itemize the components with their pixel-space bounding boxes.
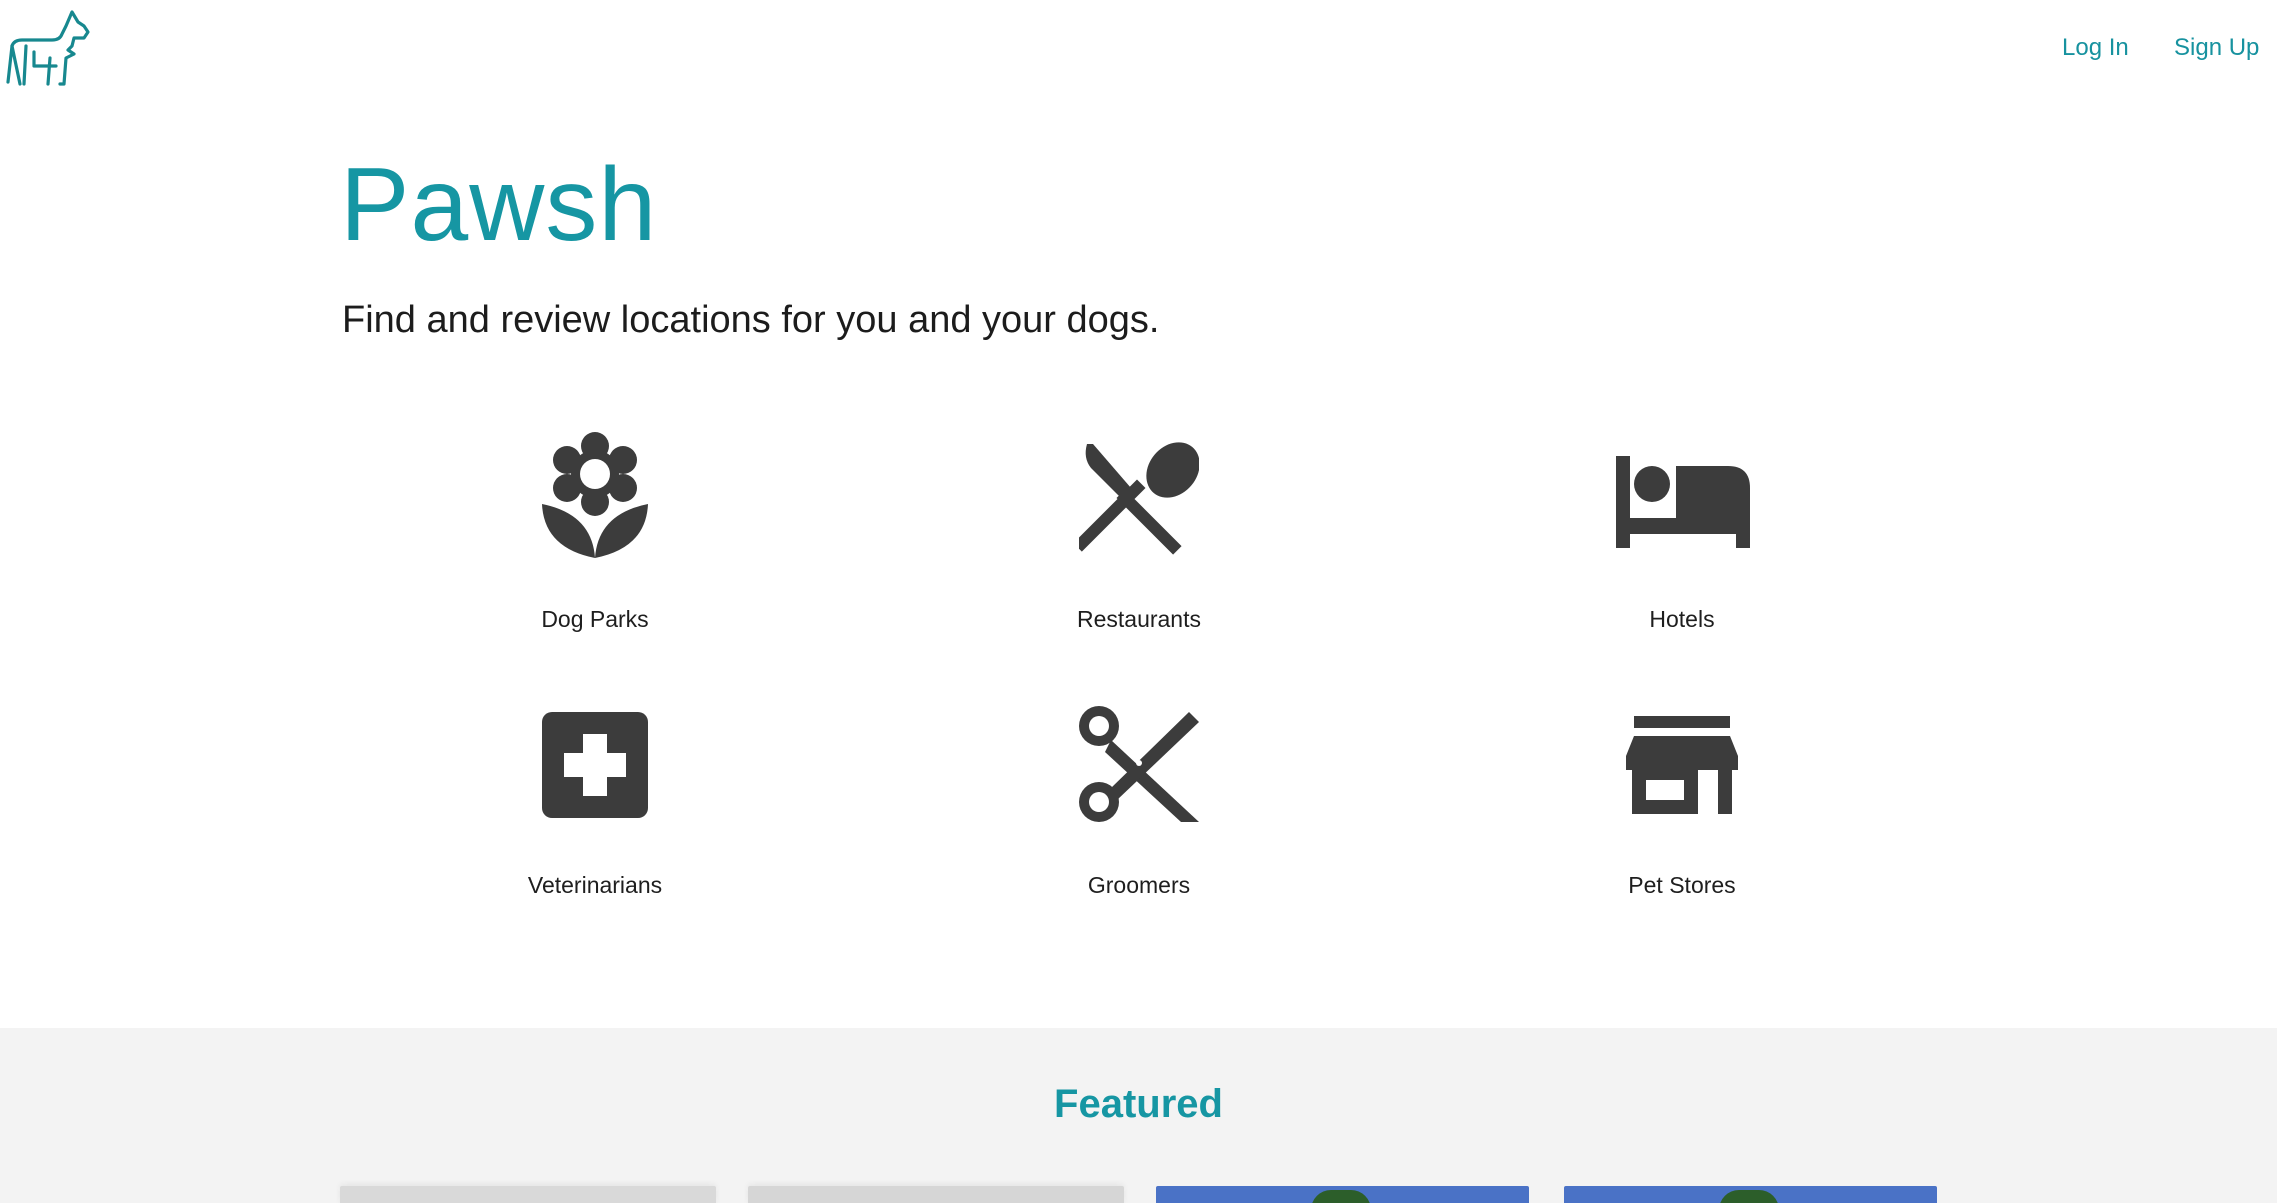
flower-icon bbox=[542, 432, 648, 558]
utensils-icon bbox=[1079, 442, 1199, 555]
tagline: Find and review locations for you and yo… bbox=[342, 299, 1160, 341]
signup-link[interactable]: Sign Up bbox=[2174, 32, 2259, 64]
bed-icon bbox=[1616, 456, 1750, 548]
category-label: Restaurants bbox=[1076, 606, 1201, 632]
category-hotels[interactable]: Hotels bbox=[1482, 454, 1882, 632]
card-image bbox=[1719, 1190, 1779, 1203]
featured-section: Featured bbox=[0, 1028, 2277, 1203]
category-dog-parks[interactable]: Dog Parks bbox=[395, 430, 795, 632]
category-pet-stores[interactable]: Pet Stores bbox=[1482, 714, 1882, 898]
category-groomers[interactable]: Groomers bbox=[939, 704, 1339, 898]
login-link[interactable]: Log In bbox=[2062, 32, 2129, 64]
category-restaurants[interactable]: Restaurants bbox=[939, 442, 1339, 632]
featured-card[interactable] bbox=[340, 1186, 716, 1203]
featured-card[interactable] bbox=[1564, 1186, 1937, 1203]
featured-card[interactable] bbox=[1156, 1186, 1529, 1203]
category-label: Dog Parks bbox=[541, 606, 649, 632]
category-veterinarians[interactable]: Veterinarians bbox=[395, 710, 795, 898]
page-title: Pawsh bbox=[340, 147, 658, 263]
category-label: Veterinarians bbox=[527, 872, 663, 898]
featured-title: Featured bbox=[1054, 1082, 1223, 1126]
landing-page: Log In Sign Up Pawsh Find and review loc… bbox=[0, 0, 2277, 1203]
category-label: Hotels bbox=[1649, 606, 1715, 632]
category-label: Pet Stores bbox=[1628, 872, 1736, 898]
category-label: Groomers bbox=[1087, 872, 1191, 898]
dog-logo-icon[interactable] bbox=[4, 6, 90, 88]
featured-card[interactable] bbox=[748, 1186, 1124, 1203]
card-image bbox=[1311, 1190, 1371, 1203]
scissors-icon bbox=[1079, 706, 1199, 822]
medical-cross-icon bbox=[542, 712, 648, 818]
storefront-icon bbox=[1626, 716, 1738, 814]
